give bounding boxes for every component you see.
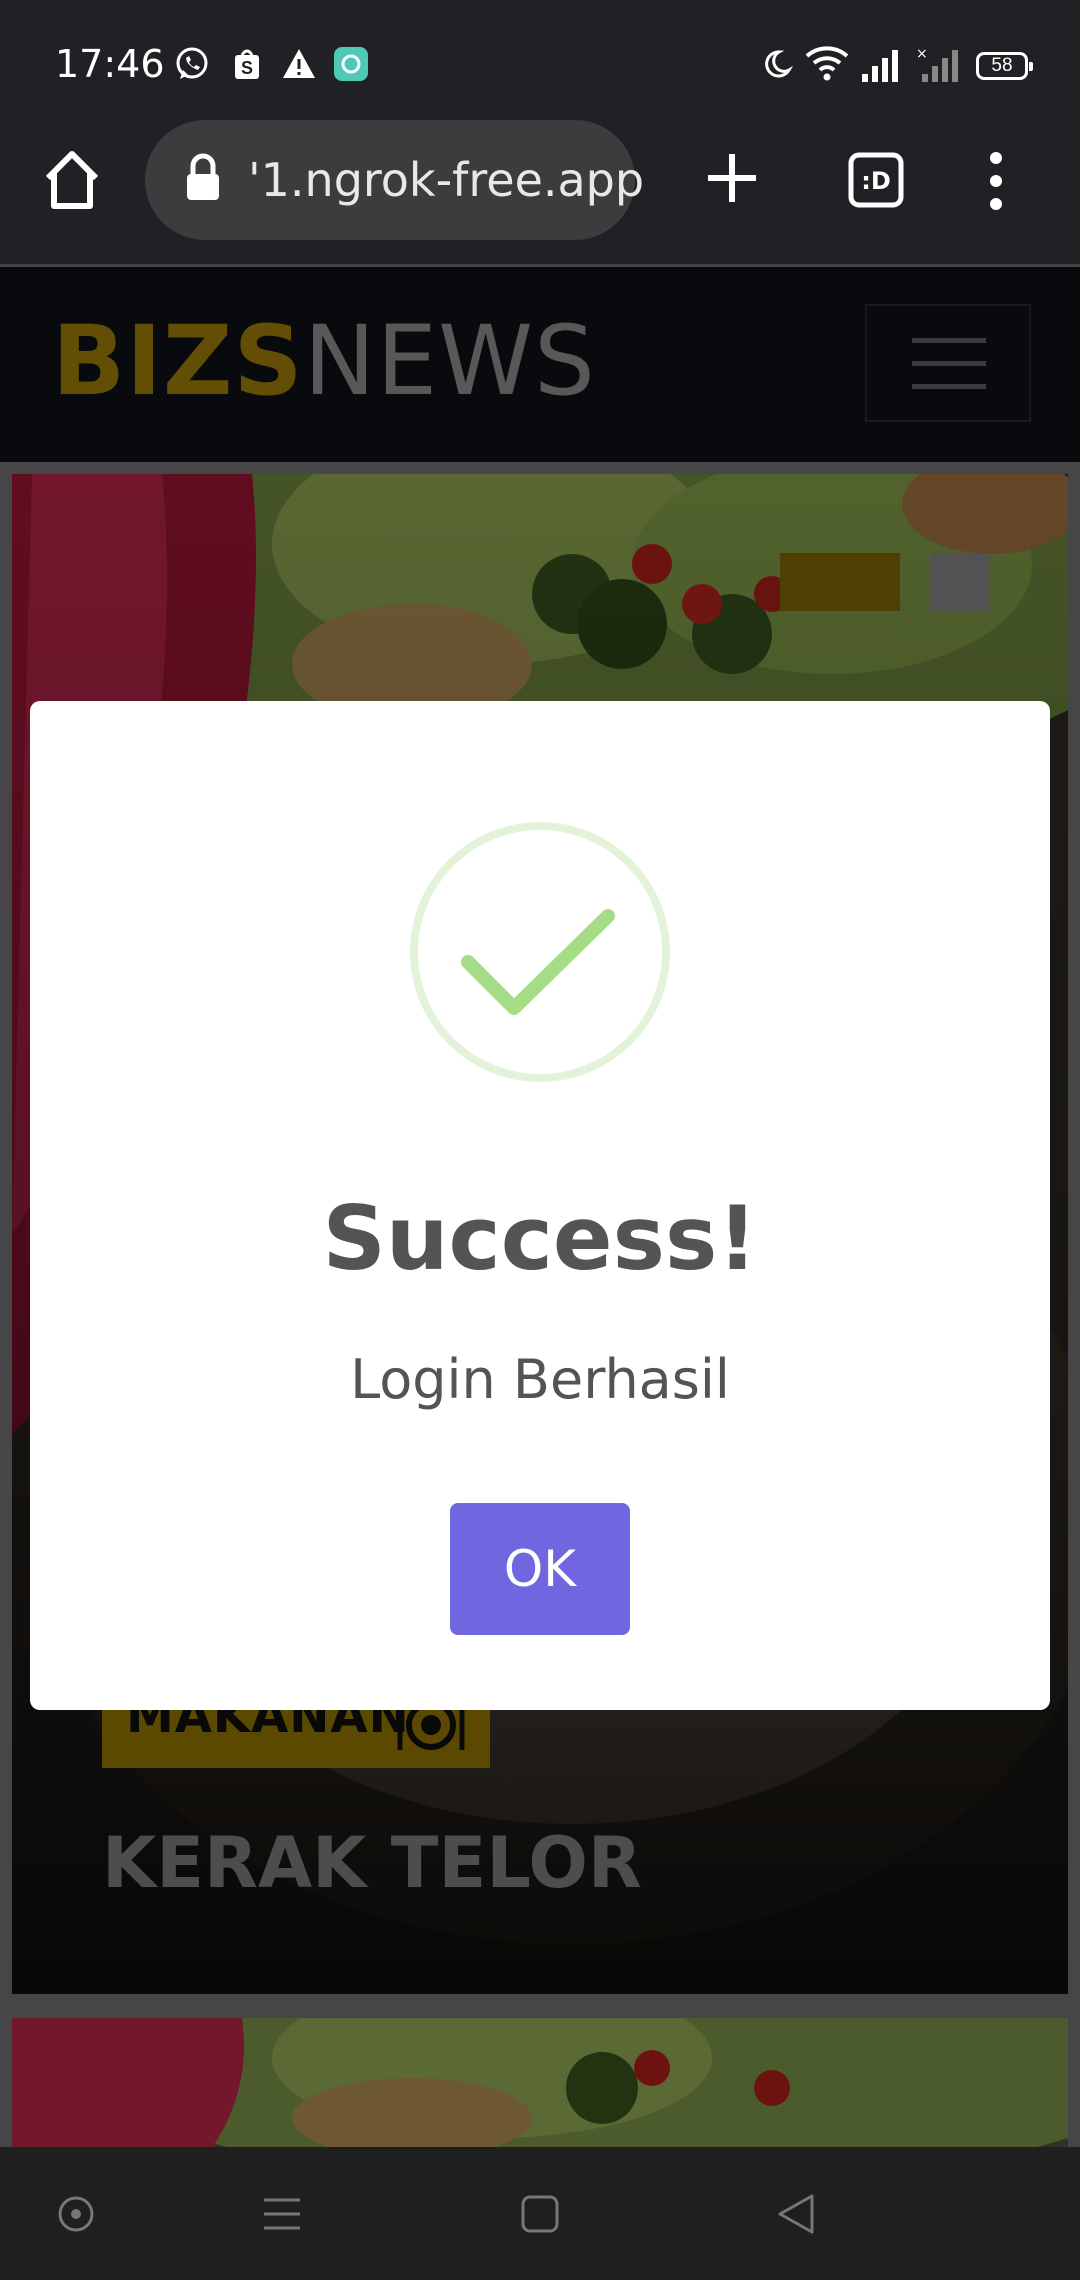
url-text: '1.ngrok-free.app	[248, 153, 645, 207]
status-time: 17:46	[55, 42, 165, 86]
tab-switcher-icon[interactable]: :D	[848, 152, 904, 208]
whatsapp-icon	[176, 47, 208, 79]
recents-menu-icon[interactable]	[262, 2196, 302, 2232]
signal-icon	[862, 50, 898, 82]
moon-icon	[765, 50, 793, 78]
wifi-icon	[805, 46, 849, 81]
warning-icon	[283, 49, 315, 78]
signal-no-sim-icon: ×	[916, 46, 958, 82]
home-square-icon[interactable]	[520, 2194, 560, 2234]
dialog-message: Login Berhasil	[350, 1348, 730, 1411]
assistant-dot-icon[interactable]	[56, 2194, 96, 2234]
svg-text:S: S	[241, 58, 253, 78]
overflow-menu-icon[interactable]	[982, 150, 1010, 212]
app-icon	[334, 47, 368, 81]
lock-icon	[187, 153, 219, 200]
back-triangle-icon[interactable]	[776, 2192, 816, 2236]
new-tab-icon[interactable]	[706, 152, 758, 204]
home-icon[interactable]	[42, 148, 102, 212]
svg-text:×: ×	[916, 46, 928, 62]
battery-icon: 58	[976, 52, 1033, 80]
ok-button[interactable]: OK	[450, 1503, 630, 1635]
tab-count: :D	[861, 167, 891, 195]
success-check-icon	[410, 822, 670, 1082]
shopping-bag-icon: S	[235, 49, 259, 79]
dialog-title: Success!	[322, 1187, 758, 1290]
